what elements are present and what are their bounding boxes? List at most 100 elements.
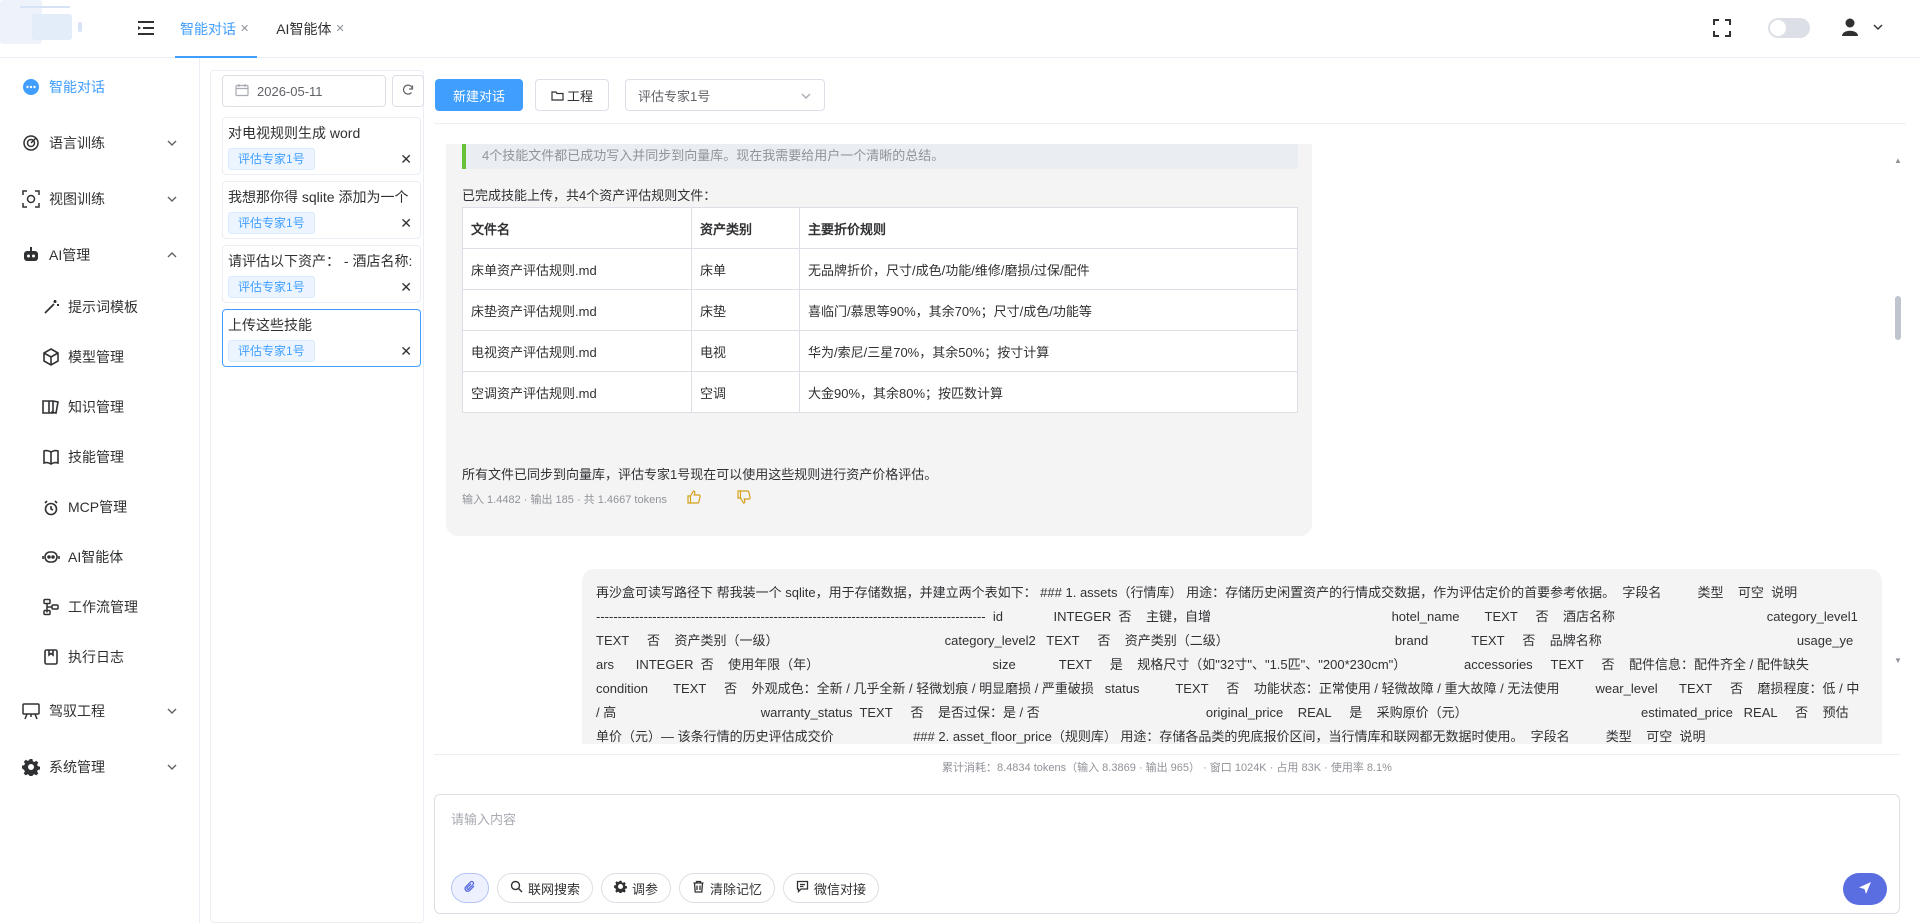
project-button[interactable]: 工程 — [535, 79, 609, 111]
sidebar-item-ai-agent[interactable]: AI智能体 — [0, 532, 200, 582]
thumbs-down-icon[interactable] — [737, 490, 751, 507]
tab-ai-agent[interactable]: AI智能体 ✕ — [271, 0, 352, 58]
user-icon — [1840, 17, 1860, 40]
sidebar-item-system-management[interactable]: 系统管理 — [0, 742, 200, 792]
close-icon[interactable]: ✕ — [240, 0, 249, 58]
sidebar-item-knowledge-management[interactable]: 知识管理 — [0, 382, 200, 432]
table-cell: 华为/索尼/三星70%，其余50%；按寸计算 — [799, 330, 1298, 372]
board-icon — [22, 702, 40, 720]
session-item[interactable]: 请评估以下资产： - 酒店名称: 评估专家1号 ✕ — [222, 245, 421, 303]
clear-memory-button[interactable]: 清除记忆 — [679, 873, 776, 903]
calendar-icon — [235, 83, 249, 100]
sidebar: 智能对话 语言训练 视图训练 AI管理 提示词模板 模型管理 知识管理 技能管理… — [0, 58, 200, 923]
tune-params-button[interactable]: 调参 — [601, 873, 672, 903]
fullscreen-icon[interactable] — [1710, 16, 1734, 40]
message-list: 4个技能文件都已成功写入并同步到向量库。现在我需要给用户一个清晰的总结。 已完成… — [434, 144, 1900, 744]
table-cell: 大金90%，其余80%；按匹数计算 — [799, 371, 1298, 413]
token-count: 输入 1.4482 · 输出 185 · 共 1.4667 tokens — [462, 493, 667, 506]
user-message-text: 再沙盒可读写路径下 帮我装一个 sqlite，用于存储数据，并建立两个表如下： … — [596, 585, 1860, 744]
sidebar-item-skill-management[interactable]: 技能管理 — [0, 432, 200, 482]
session-tag: 评估专家1号 — [228, 340, 315, 362]
sidebar-item-prompt-templates[interactable]: 提示词模板 — [0, 282, 200, 332]
session-item[interactable]: 上传这些技能 评估专家1号 ✕ — [222, 309, 421, 367]
session-item[interactable]: 我想那你得 sqlite 添加为一个 评估专家1号 ✕ — [222, 181, 421, 239]
sidebar-item-workflow-management[interactable]: 工作流管理 — [0, 582, 200, 632]
chip-label: 清除记忆 — [710, 881, 763, 897]
menu-collapse-icon[interactable] — [136, 18, 156, 38]
user-menu[interactable] — [1840, 17, 1884, 40]
session-title: 上传这些技能 — [228, 317, 312, 333]
attach-button[interactable] — [451, 873, 489, 903]
sidebar-item-label: 模型管理 — [68, 349, 124, 365]
chevron-down-icon — [167, 708, 177, 714]
magic-wand-icon — [42, 298, 60, 316]
close-icon[interactable]: ✕ — [400, 343, 412, 360]
chat-toolbar: 新建对话 工程 评估专家1号 — [434, 70, 1906, 124]
chat-scrollbar[interactable]: ▲ ▼ — [1894, 146, 1902, 746]
skills-table: 文件名 资产类别 主要折价规则 床单资产评估规则.md 床单 无品牌折价，尺寸/… — [462, 207, 1298, 413]
sidebar-item-mcp-management[interactable]: MCP管理 — [0, 482, 200, 532]
scroll-down-arrow-icon[interactable]: ▼ — [1894, 656, 1902, 665]
paperclip-icon — [463, 880, 477, 897]
table-row: 空调资产评估规则.md 空调 大金90%，其余80%；按匹数计算 — [462, 371, 1298, 413]
agent-select[interactable]: 评估专家1号 — [625, 79, 825, 111]
tab-label: 智能对话 — [180, 21, 236, 37]
session-tag: 评估专家1号 — [228, 212, 315, 234]
close-icon[interactable]: ✕ — [335, 0, 344, 58]
agent-select-value: 评估专家1号 — [638, 88, 711, 104]
sidebar-item-model-management[interactable]: 模型管理 — [0, 332, 200, 382]
table-cell: 电视资产评估规则.md — [462, 330, 692, 372]
chevron-down-icon — [167, 196, 177, 202]
sidebar-item-ai-management[interactable]: AI管理 — [0, 230, 200, 280]
close-icon[interactable]: ✕ — [400, 279, 412, 296]
chevron-up-icon — [167, 252, 177, 258]
wechat-connect-button[interactable]: 微信对接 — [783, 873, 880, 903]
close-icon[interactable]: ✕ — [400, 215, 412, 232]
close-icon[interactable]: ✕ — [400, 151, 412, 168]
send-button[interactable] — [1843, 873, 1887, 905]
web-search-button[interactable]: 联网搜索 — [497, 873, 594, 903]
scroll-up-arrow-icon[interactable]: ▲ — [1894, 156, 1902, 165]
thumbs-up-icon[interactable] — [687, 490, 701, 507]
session-title: 对电视规则生成 word — [228, 125, 361, 141]
sidebar-item-harness-engineering[interactable]: 驾驭工程 — [0, 686, 200, 736]
sidebar-item-vision-training[interactable]: 视图训练 — [0, 174, 200, 224]
thinking-text: 4个技能文件都已成功写入并同步到向量库。现在我需要给用户一个清晰的总结。 — [482, 148, 945, 163]
theme-toggle[interactable] — [1768, 18, 1810, 38]
scroll-thumb[interactable] — [1895, 296, 1901, 340]
sidebar-item-label: 提示词模板 — [68, 299, 138, 315]
session-item[interactable]: 对电视规则生成 word 评估专家1号 ✕ — [222, 117, 421, 175]
gear-icon — [614, 880, 628, 896]
tab-smart-chat[interactable]: 智能对话 ✕ — [175, 0, 258, 58]
chevron-down-icon — [167, 140, 177, 146]
assistant-message: 4个技能文件都已成功写入并同步到向量库。现在我需要给用户一个清晰的总结。 已完成… — [446, 144, 1312, 536]
sidebar-item-execution-log[interactable]: 执行日志 — [0, 632, 200, 682]
message-token-info: 输入 1.4482 · 输出 185 · 共 1.4667 tokens — [462, 490, 751, 507]
sidebar-item-label: 系统管理 — [49, 759, 105, 775]
sidebar-item-language-training[interactable]: 语言训练 — [0, 118, 200, 168]
message-intro: 已完成技能上传，共4个资产评估规则文件： — [462, 188, 717, 203]
refresh-button[interactable] — [392, 75, 424, 107]
cube-icon — [42, 348, 60, 366]
page-tabs: 智能对话 ✕ AI智能体 ✕ — [175, 0, 367, 58]
date-picker[interactable]: 2026-05-11 — [222, 75, 386, 107]
session-tag: 评估专家1号 — [228, 148, 315, 170]
new-chat-button[interactable]: 新建对话 — [435, 79, 523, 111]
camera-scan-icon — [22, 190, 40, 208]
date-value: 2026-05-11 — [257, 83, 323, 99]
message-input[interactable]: 请输入内容 — [451, 809, 516, 828]
sidebar-item-label: MCP管理 — [68, 499, 128, 515]
session-tag: 评估专家1号 — [228, 276, 315, 298]
folder-icon — [551, 89, 564, 102]
table-cell: 电视 — [691, 330, 800, 372]
table-cell: 无品牌折价，尺寸/成色/功能/维修/磨损/过保/配件 — [799, 248, 1298, 290]
table-cell: 床单 — [691, 248, 800, 290]
message-composer[interactable]: 请输入内容 联网搜索 调参 清除记忆 微信对接 — [434, 794, 1900, 914]
sidebar-item-label: AI智能体 — [68, 549, 124, 565]
search-icon — [510, 880, 523, 896]
chip-label: 调参 — [632, 881, 659, 897]
chat-panel: 新建对话 工程 评估专家1号 4个技能文件都已成功写入并同步到向量库。现在我需要… — [434, 70, 1906, 923]
refresh-icon — [402, 84, 414, 99]
table-header-row: 文件名 资产类别 主要折价规则 — [462, 207, 1298, 249]
sidebar-item-smart-chat[interactable]: 智能对话 — [0, 62, 200, 112]
